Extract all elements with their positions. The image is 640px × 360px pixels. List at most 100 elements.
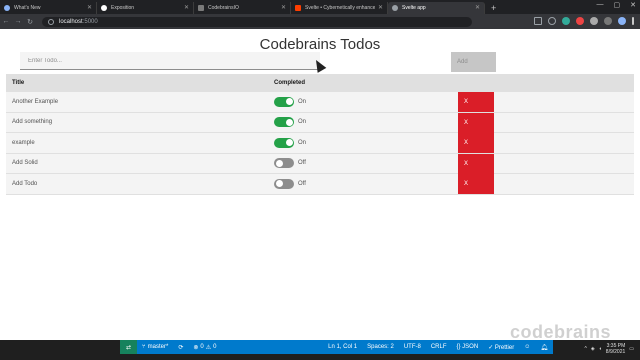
svelte-app-icon	[392, 5, 398, 11]
todo-title: Another Example	[12, 98, 59, 105]
delete-button[interactable]: X	[458, 153, 494, 174]
table-header: Title Completed	[6, 74, 634, 92]
back-icon[interactable]: ←	[0, 18, 12, 25]
todo-title: Add something	[12, 119, 53, 126]
profile-avatar[interactable]	[618, 17, 626, 25]
header-completed: Completed	[274, 80, 306, 86]
volume-icon[interactable]: ◖	[599, 346, 602, 352]
encoding[interactable]: UTF-8	[399, 344, 426, 351]
network-icon[interactable]: ◈	[591, 346, 595, 352]
branch-icon: ⑂	[142, 344, 146, 350]
minimize-icon[interactable]: —	[597, 1, 604, 9]
completed-toggle[interactable]	[274, 158, 294, 169]
forward-icon[interactable]: →	[12, 18, 24, 25]
menu-icon[interactable]	[632, 17, 634, 25]
toggle-label: On	[298, 119, 307, 126]
completed-cell: On	[274, 96, 307, 107]
svelte-icon	[295, 5, 301, 11]
completed-cell: Off	[274, 158, 306, 169]
action-cell: X	[458, 153, 494, 174]
feedback-icon[interactable]: ☺	[519, 344, 535, 351]
language-mode[interactable]: {} JSON	[452, 344, 484, 351]
close-tab-icon[interactable]: ✕	[184, 4, 189, 11]
tab-whats-new[interactable]: What's New ✕	[0, 2, 97, 14]
whats-new-icon	[4, 5, 10, 11]
todo-title: example	[12, 139, 35, 146]
delete-button[interactable]: X	[458, 174, 494, 194]
sync-icon[interactable]: ⟳	[173, 344, 188, 351]
toggle-knob	[285, 139, 293, 147]
action-cell: X	[458, 133, 494, 153]
notification-center-icon[interactable]: ▭	[629, 346, 634, 352]
reload-icon[interactable]: ↻	[24, 18, 36, 26]
new-tab-button[interactable]: +	[491, 2, 496, 14]
notifications-bell-icon[interactable]: 🔔︎	[535, 344, 553, 351]
share-icon[interactable]	[534, 17, 542, 25]
warning-icon: ⚠	[205, 344, 212, 351]
completed-toggle[interactable]	[274, 96, 294, 107]
close-tab-icon[interactable]: ✕	[378, 4, 383, 11]
table-row: Add something On X	[6, 112, 634, 133]
todo-title: Add Solid	[12, 160, 38, 167]
status-bar-right: Ln 1, Col 1 Spaces: 2 UTF-8 CRLF {} JSON…	[323, 344, 553, 351]
mouse-cursor-icon	[311, 57, 327, 73]
header-title: Title	[12, 80, 25, 86]
close-tab-icon[interactable]: ✕	[475, 4, 480, 11]
prettier-status[interactable]: ✓ Prettier	[483, 344, 519, 351]
toggle-label: On	[298, 98, 307, 105]
browser-tab-bar: What's New ✕ Exposition ✕ CodebrainsIO ✕ Sv…	[0, 0, 640, 14]
page-title: Codebrains Todos	[259, 36, 381, 53]
extensions-area	[534, 17, 634, 25]
table-row: Add Solid Off X	[6, 153, 634, 174]
bookmark-star-icon[interactable]	[548, 17, 556, 25]
completed-toggle[interactable]	[274, 178, 294, 189]
completed-cell: Off	[274, 178, 306, 189]
completed-cell: On	[274, 117, 307, 128]
cursor-position[interactable]: Ln 1, Col 1	[323, 344, 362, 351]
tab-svelte-app[interactable]: Svelte app ✕	[388, 2, 485, 14]
toggle-knob	[275, 180, 283, 188]
toggle-knob	[285, 118, 293, 126]
toggle-label: Off	[298, 160, 306, 167]
indentation[interactable]: Spaces: 2	[362, 344, 399, 351]
tray-chevron-icon[interactable]: ^	[585, 346, 587, 352]
completed-toggle[interactable]	[274, 117, 294, 128]
delete-button[interactable]: X	[458, 112, 494, 133]
close-window-icon[interactable]: ✕	[630, 1, 636, 9]
tab-codebrainsio[interactable]: CodebrainsIO ✕	[194, 2, 291, 14]
tab-svelte-site[interactable]: Svelte • Cybernetically enhanced ✕	[291, 2, 388, 14]
todo-table: Title Completed Another Example On X Add…	[6, 74, 634, 195]
maximize-icon[interactable]: ▢	[614, 1, 621, 9]
delete-button[interactable]: X	[458, 133, 494, 153]
action-cell: X	[458, 174, 494, 194]
extension-icon[interactable]	[604, 17, 612, 25]
remote-icon[interactable]: ⇄	[120, 340, 138, 354]
branch-indicator[interactable]: ⑂ master*	[137, 344, 173, 350]
close-tab-icon[interactable]: ✕	[281, 4, 286, 11]
todo-title: Add Todo	[12, 180, 38, 187]
site-info-icon[interactable]	[48, 18, 54, 25]
extension-icon[interactable]	[562, 17, 570, 25]
window-controls: — ▢ ✕	[597, 1, 637, 9]
table-row: Add Todo Off X	[6, 174, 634, 195]
url-field[interactable]: localhost:5000	[42, 16, 472, 27]
delete-button[interactable]: X	[458, 92, 494, 112]
extension-icon[interactable]	[590, 17, 598, 25]
table-row: example On X	[6, 133, 634, 154]
clock[interactable]: 3:35 PM 8/9/2021	[606, 343, 625, 355]
action-cell: X	[458, 112, 494, 133]
table-row: Another Example On X	[6, 92, 634, 113]
codebrains-icon	[198, 5, 204, 11]
line-ending[interactable]: CRLF	[426, 344, 452, 351]
tab-exposition[interactable]: Exposition ✕	[97, 2, 194, 14]
completed-toggle[interactable]	[274, 137, 294, 148]
todo-input[interactable]	[20, 52, 320, 70]
add-button[interactable]: Add	[451, 52, 496, 72]
toggle-knob	[285, 98, 293, 106]
toggle-label: Off	[298, 180, 306, 187]
completed-cell: On	[274, 137, 306, 148]
problems-indicator[interactable]: ⊗ 0 ⚠ 0	[188, 344, 221, 351]
vscode-status-bar: ⇄ ⑂ master* ⟳ ⊗ 0 ⚠ 0 Ln 1, Col 1 Spaces: 2 …	[120, 340, 553, 354]
close-tab-icon[interactable]: ✕	[87, 4, 92, 11]
extension-icon[interactable]	[576, 17, 584, 25]
